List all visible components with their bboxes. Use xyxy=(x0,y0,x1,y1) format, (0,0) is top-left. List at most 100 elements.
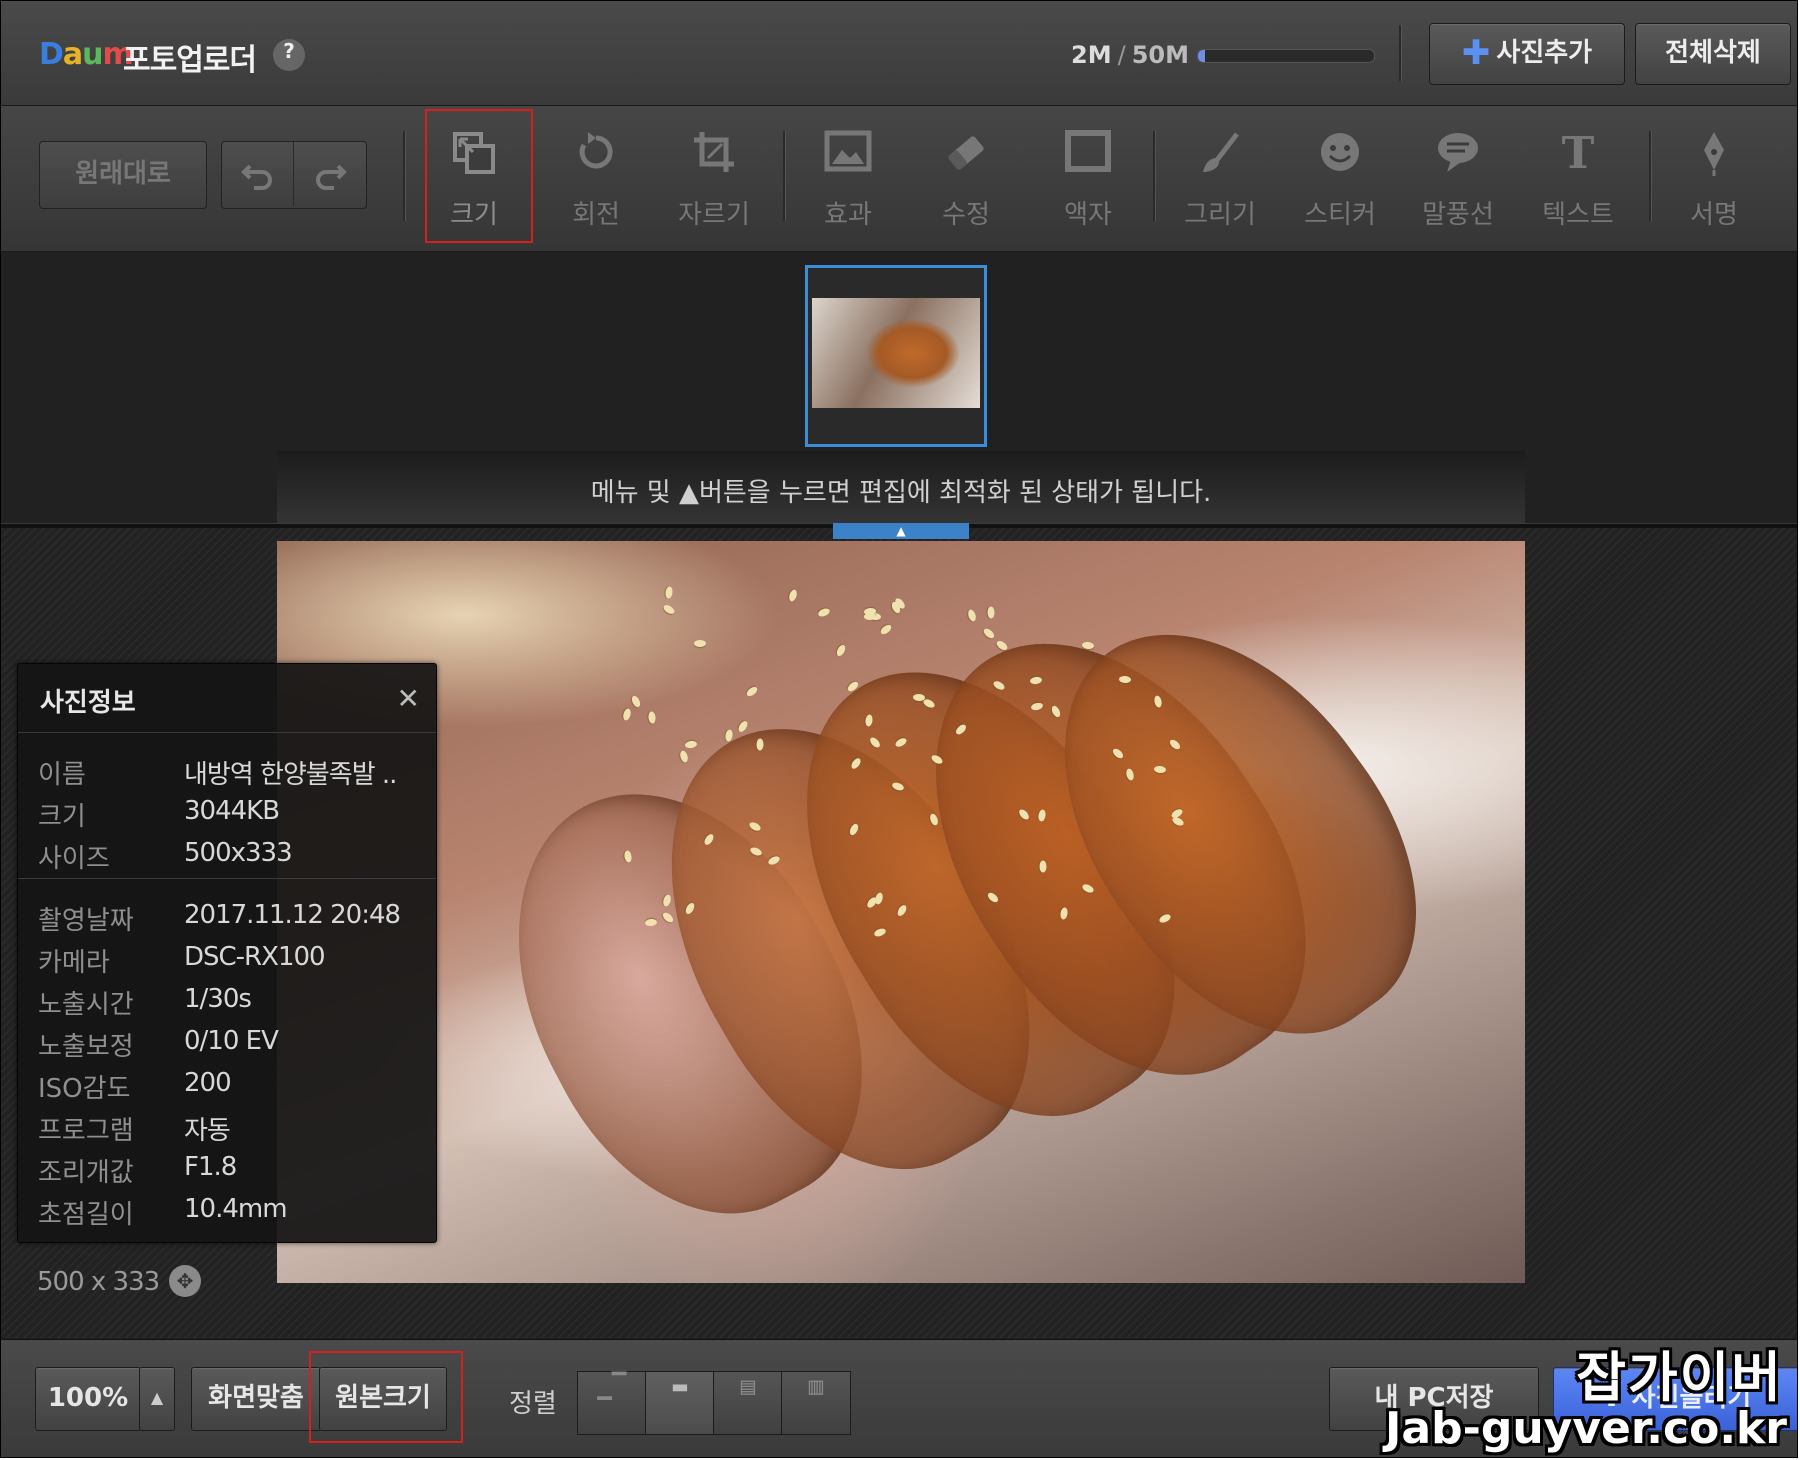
sesame-seed xyxy=(737,719,750,734)
add-photo-button[interactable]: ✚ 사진추가 xyxy=(1429,23,1625,85)
info-value: 500x333 xyxy=(184,838,293,868)
align-bottom-left-button[interactable]: ▁▔ xyxy=(577,1371,647,1435)
collapse-strip-button[interactable]: ▲ xyxy=(833,523,969,539)
tool-label: 효과 xyxy=(824,200,872,230)
move-icon[interactable]: ✥ xyxy=(169,1265,201,1297)
tool-label: 그리기 xyxy=(1184,200,1256,230)
storage-progress-fill xyxy=(1198,50,1206,62)
sesame-seed xyxy=(878,623,893,636)
undo-icon xyxy=(240,164,272,190)
info-key: 이름 xyxy=(38,760,86,790)
align-wrap-right-icon: ▥ xyxy=(808,1372,824,1400)
sesame-seed xyxy=(684,740,698,749)
toolbar-divider xyxy=(1153,131,1156,221)
tool-label: 자르기 xyxy=(678,200,750,230)
main-photo xyxy=(277,541,1525,1283)
undo-redo-group xyxy=(221,141,367,209)
zoom-stepper[interactable]: ▲ xyxy=(139,1367,175,1431)
info-key: 크기 xyxy=(38,802,86,832)
info-key: ISO감도 xyxy=(38,1074,131,1104)
sticker-icon xyxy=(1285,130,1395,190)
undo-button[interactable] xyxy=(222,142,294,206)
fit-screen-button[interactable]: 화면맞춤 xyxy=(191,1367,321,1431)
align-left-wrap-button[interactable]: ▤ xyxy=(713,1371,783,1435)
rotate-icon xyxy=(541,130,651,190)
tool-sticker[interactable]: 스티커 xyxy=(1285,116,1395,236)
tool-crop[interactable]: 자르기 xyxy=(659,116,769,236)
info-row-exposure-time: 노출시간 1/30s xyxy=(38,984,428,1024)
sesame-seed xyxy=(817,606,832,618)
info-row-exposure-comp: 노출보정 0/10 EV xyxy=(38,1026,428,1066)
info-value: 1/30s xyxy=(184,984,252,1014)
effect-icon xyxy=(793,130,903,190)
redo-button[interactable] xyxy=(294,142,366,206)
info-value: 내방역 한양불족발 .. xyxy=(184,760,397,790)
sesame-seed xyxy=(788,588,799,602)
info-row-iso: ISO감도 200 xyxy=(38,1068,428,1108)
tool-speech-bubble[interactable]: 말풍선 xyxy=(1403,116,1513,236)
photo-uploader-window: Daum 포토업로더 ? 2M/50M ✚ 사진추가 전체삭제 원래대로 크기 회… xyxy=(0,0,1798,1458)
align-wrap-left-icon: ▤ xyxy=(740,1372,756,1400)
plus-icon: ✚ xyxy=(1461,33,1491,73)
sesame-seed xyxy=(967,608,978,623)
edit-hint-banner: 메뉴 및 ▲버튼을 누르면 편집에 최적화 된 상태가 됩니다. xyxy=(277,451,1525,523)
eraser-icon xyxy=(911,130,1021,190)
image-dimensions: 500 x 333 xyxy=(37,1267,160,1297)
tool-retouch[interactable]: 수정 xyxy=(911,116,1021,236)
add-photo-label: 사진추가 xyxy=(1496,38,1593,68)
info-key: 노출보정 xyxy=(38,1032,134,1062)
info-value: 0/10 EV xyxy=(184,1026,279,1056)
align-left-icon: ▁▔ xyxy=(597,1372,627,1400)
divider xyxy=(18,732,436,733)
info-row-name: 이름 내방역 한양불족발 .. xyxy=(38,754,428,794)
toolbar-divider xyxy=(403,131,406,221)
tool-signature[interactable]: 서명 xyxy=(1659,116,1769,236)
watermark-title: 잡가이버 xyxy=(1576,1346,1783,1409)
info-value: 2017.11.12 20:48 xyxy=(184,900,401,930)
sesame-seed xyxy=(745,684,759,698)
delete-all-button[interactable]: 전체삭제 xyxy=(1635,23,1791,85)
tool-rotate[interactable]: 회전 xyxy=(541,116,651,236)
close-icon[interactable]: ✕ xyxy=(397,682,420,715)
tool-effect[interactable]: 효과 xyxy=(793,116,903,236)
info-row-program: 프로그램 자동 xyxy=(38,1110,428,1150)
tool-text[interactable]: T 텍스트 xyxy=(1523,116,1633,236)
storage-usage: 2M/50M xyxy=(1071,41,1189,69)
tool-label: 텍스트 xyxy=(1542,200,1614,230)
help-icon[interactable]: ? xyxy=(273,39,305,71)
info-row-aperture: 조리개값 F1.8 xyxy=(38,1152,428,1192)
tool-label: 액자 xyxy=(1064,200,1112,230)
zoom-level[interactable]: 100% xyxy=(35,1367,141,1431)
watermark-url: Jab-guyver.co.kr xyxy=(1385,1403,1787,1454)
align-center-icon: ▬ xyxy=(672,1372,688,1400)
redo-icon xyxy=(316,164,347,190)
header-divider xyxy=(1399,25,1402,81)
sesame-seed xyxy=(664,585,673,599)
info-key: 프로그램 xyxy=(38,1116,134,1146)
storage-progress-bar xyxy=(1197,49,1375,63)
photo-thumbnail[interactable] xyxy=(805,265,987,447)
storage-separator: / xyxy=(1117,41,1126,69)
tool-frame[interactable]: 액자 xyxy=(1033,116,1143,236)
align-right-wrap-button[interactable]: ▥ xyxy=(781,1371,851,1435)
info-value: DSC-RX100 xyxy=(184,942,326,972)
reset-button[interactable]: 원래대로 xyxy=(39,141,207,209)
info-row-date: 촬영날짜 2017.11.12 20:48 xyxy=(38,900,428,940)
sesame-seed xyxy=(756,737,764,751)
storage-total: 50M xyxy=(1131,41,1189,69)
info-key: 노출시간 xyxy=(38,990,134,1020)
tool-label: 말풍선 xyxy=(1422,200,1494,230)
tool-label: 스티커 xyxy=(1304,200,1376,230)
info-key: 사이즈 xyxy=(38,844,110,874)
sesame-seed xyxy=(679,749,690,764)
tool-draw[interactable]: 그리기 xyxy=(1165,116,1275,236)
sesame-seed xyxy=(834,643,847,658)
info-row-filesize: 크기 3044KB xyxy=(38,796,428,836)
brush-icon xyxy=(1165,130,1275,190)
info-value: 10.4mm xyxy=(184,1194,288,1224)
sesame-seed xyxy=(647,711,657,724)
resize-tool-highlight xyxy=(425,109,533,243)
align-bottom-center-button[interactable]: ▬ xyxy=(645,1371,715,1435)
info-value: 200 xyxy=(184,1068,232,1098)
speech-bubble-icon xyxy=(1403,130,1513,190)
